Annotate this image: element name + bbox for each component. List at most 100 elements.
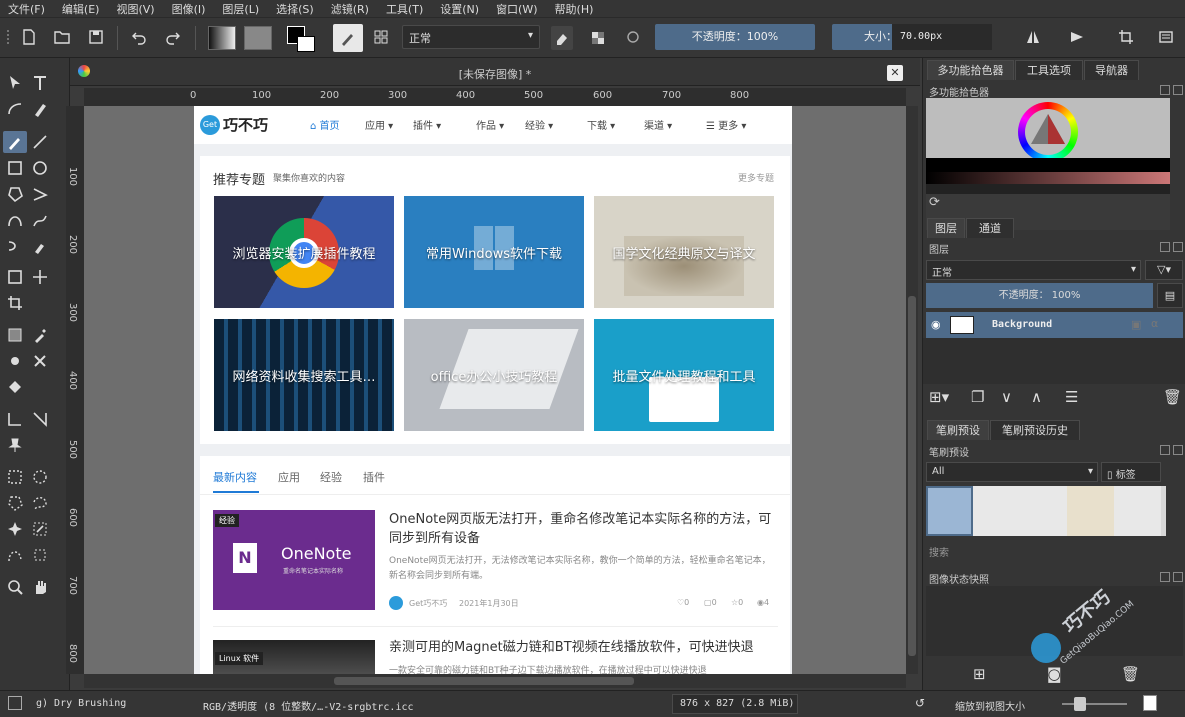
brush-tag-select[interactable]: ▯ 标签 [1101, 462, 1161, 482]
alpha-lock-icon[interactable] [587, 26, 609, 50]
contiguous-select-tool-icon[interactable] [3, 518, 27, 540]
pattern-preset[interactable] [244, 26, 272, 50]
brush-preset-thumb[interactable] [1067, 486, 1114, 536]
gradient-preset[interactable] [208, 26, 236, 50]
menu-select[interactable]: 选择(S) [276, 1, 314, 17]
polyline-tool-icon[interactable] [28, 183, 52, 205]
select-shapes-tool-icon[interactable] [3, 72, 27, 94]
reference-tool-icon[interactable] [3, 434, 27, 456]
close-docker-icon[interactable] [1173, 572, 1183, 582]
menu-filter[interactable]: 滤镜(R) [331, 1, 369, 17]
color-picker-tool-icon[interactable] [28, 324, 52, 346]
tab-brush-presets[interactable]: 笔刷预设 [927, 420, 989, 440]
redo-icon[interactable] [162, 26, 184, 48]
color-swatches[interactable] [287, 26, 317, 52]
float-docker-icon[interactable] [1160, 85, 1170, 95]
mirror-horizontal-icon[interactable] [1022, 26, 1044, 48]
layer-lock-icon[interactable]: ▣ [1131, 318, 1141, 331]
rect-select-tool-icon[interactable] [3, 466, 27, 488]
close-docker-icon[interactable] [1173, 242, 1183, 252]
document-title[interactable]: [未保存图像] * [70, 66, 920, 82]
bezier-tool-icon[interactable] [3, 209, 27, 231]
move-tool-icon[interactable] [28, 266, 52, 288]
save-icon[interactable] [85, 26, 107, 48]
brush-preset-icon[interactable] [333, 24, 363, 52]
layer-properties-icon[interactable]: ▤ [1157, 283, 1183, 308]
rotate-canvas-icon[interactable]: ↺ [915, 696, 925, 710]
add-snapshot-icon[interactable]: ⊞ [973, 665, 986, 683]
menu-window[interactable]: 窗口(W) [496, 1, 537, 17]
brush-search-input[interactable]: 搜索 [929, 544, 949, 559]
close-document-icon[interactable]: ✕ [887, 65, 903, 81]
freehand-path-tool-icon[interactable] [28, 209, 52, 231]
delete-layer-icon[interactable]: 🗑 [1163, 388, 1182, 406]
colorize-mask-tool-icon[interactable] [3, 350, 27, 372]
wrap-around-icon[interactable] [1115, 26, 1137, 48]
polygon-tool-icon[interactable] [3, 183, 27, 205]
line-tool-icon[interactable] [28, 131, 52, 153]
visibility-eye-icon[interactable]: ◉ [931, 318, 941, 331]
layer-name[interactable]: Background [992, 319, 1052, 330]
horizontal-scrollbar[interactable] [84, 674, 906, 688]
float-docker-icon[interactable] [1160, 445, 1170, 455]
zoom-fit-icon[interactable] [1143, 695, 1157, 711]
layer-opacity-slider[interactable]: 不透明度： 100% [926, 283, 1153, 308]
dynamic-brush-tool-icon[interactable] [3, 235, 27, 257]
magnetic-select-tool-icon[interactable] [28, 544, 52, 566]
ellipse-tool-icon[interactable] [28, 157, 52, 179]
crop-transform-tool-icon[interactable] [3, 266, 27, 288]
tab-layers[interactable]: 图层 [927, 218, 965, 238]
new-document-icon[interactable] [18, 26, 40, 48]
open-folder-icon[interactable] [51, 26, 73, 48]
tab-tool-options[interactable]: 工具选项 [1015, 60, 1083, 80]
menu-layer[interactable]: 图层(L) [222, 1, 259, 17]
bezier-select-tool-icon[interactable] [3, 544, 27, 566]
menu-file[interactable]: 文件(F) [8, 1, 45, 17]
text-tool-icon[interactable] [28, 72, 52, 94]
brush-preset-thumb[interactable] [973, 486, 1020, 536]
assistant-tool-icon[interactable] [28, 408, 52, 430]
polygon-select-tool-icon[interactable] [3, 492, 27, 514]
multibrush-tool-icon[interactable] [28, 235, 52, 257]
brush-preset-thumb[interactable] [1114, 486, 1161, 536]
zoom-slider[interactable] [1062, 703, 1127, 705]
zoom-slider-handle[interactable] [1074, 697, 1086, 711]
menu-edit[interactable]: 编辑(E) [62, 1, 100, 17]
zoom-tool-icon[interactable] [3, 576, 27, 598]
ellipse-select-tool-icon[interactable] [28, 466, 52, 488]
brush-filter-select[interactable]: All ▾ [926, 462, 1098, 482]
float-docker-icon[interactable] [1160, 572, 1170, 582]
gradient-tool-icon[interactable] [3, 324, 27, 346]
zoom-label[interactable]: 缩放到视图大小 [955, 698, 1025, 713]
pan-tool-icon[interactable] [28, 576, 52, 598]
vertical-scrollbar[interactable] [906, 106, 918, 674]
layer-blend-select[interactable]: 正常 ▾ [926, 260, 1141, 280]
workspace-icon[interactable] [1155, 26, 1177, 48]
fill-tool-icon[interactable] [3, 376, 27, 398]
rectangle-tool-icon[interactable] [3, 157, 27, 179]
grid-options-icon[interactable] [370, 26, 392, 48]
duplicate-layer-icon[interactable]: ❐ [971, 388, 984, 406]
brush-preset-thumb[interactable] [1020, 486, 1067, 536]
color-selector-area[interactable] [926, 98, 1170, 230]
float-docker-icon[interactable] [1160, 242, 1170, 252]
tab-navigator[interactable]: 导航器 [1084, 60, 1139, 80]
color-settings-icon[interactable]: ⟳ [929, 195, 940, 210]
undo-icon[interactable] [128, 26, 150, 48]
menu-tools[interactable]: 工具(T) [386, 1, 423, 17]
reload-preset-icon[interactable] [622, 26, 644, 48]
similar-select-tool-icon[interactable] [28, 518, 52, 540]
move-layer-up-icon[interactable]: ∧ [1031, 388, 1042, 406]
menu-help[interactable]: 帮助(H) [555, 1, 594, 17]
close-docker-icon[interactable] [1173, 445, 1183, 455]
size-value[interactable]: 70.00px [892, 24, 992, 50]
tab-brush-history[interactable]: 笔刷预设历史 [990, 420, 1080, 440]
camera-icon[interactable]: ◙ [1047, 665, 1062, 683]
tab-channels[interactable]: 通道 [966, 218, 1014, 238]
size-slider[interactable]: 大小： 70.00px [832, 24, 992, 50]
freehand-select-tool-icon[interactable] [28, 492, 52, 514]
measure-tool-icon[interactable] [3, 408, 27, 430]
alpha-lock-icon[interactable]: α [1151, 317, 1158, 330]
opacity-slider[interactable]: 不透明度：100% [655, 24, 815, 50]
smart-patch-tool-icon[interactable] [28, 350, 52, 372]
